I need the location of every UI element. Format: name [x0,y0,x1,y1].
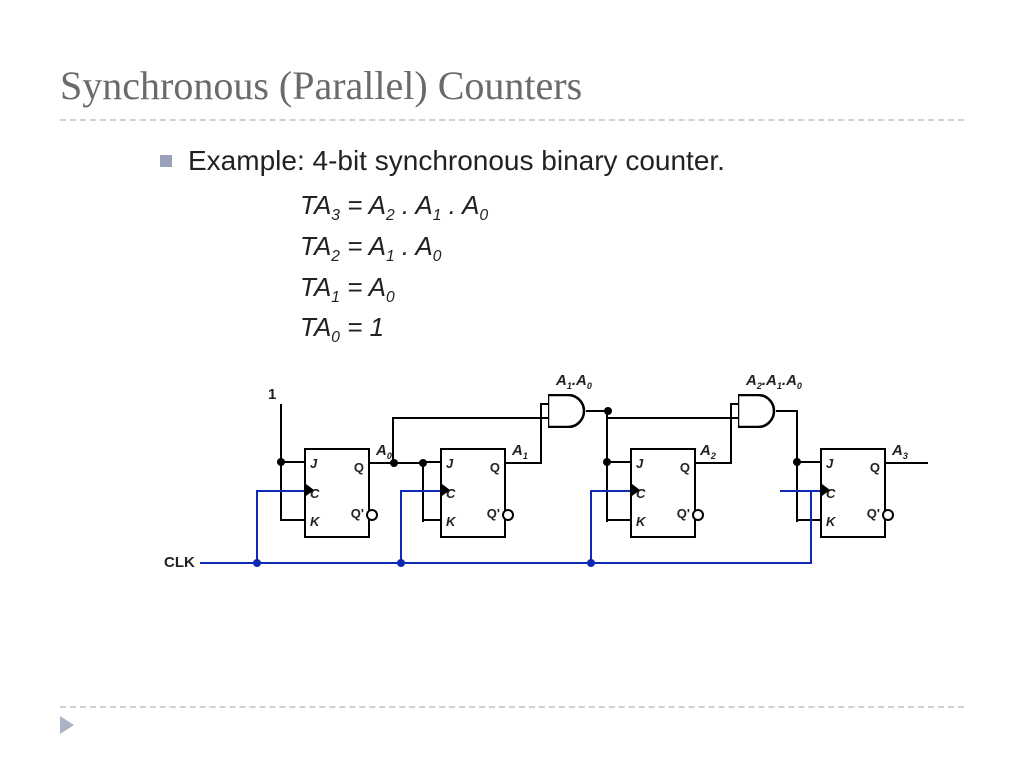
flipflop-2: J C K Q Q' [630,448,696,538]
and-gate-1 [548,394,588,428]
flipflop-1: J C K Q Q' [440,448,506,538]
eq-ta3: TA3 = A2 . A1 . A0 [300,187,964,228]
equations-block: TA3 = A2 . A1 . A0 TA2 = A1 . A0 TA1 = A… [300,187,964,350]
label-a0: A0 [376,442,392,461]
footer-triangle-icon [60,716,74,734]
flipflop-0: J C K Q Q' [304,448,370,538]
title-divider [60,119,964,121]
label-and1-out: A1.A0 [556,372,592,391]
counter-circuit: 1 J C K Q Q' A0 J C [160,390,940,590]
const-one-label: 1 [268,386,276,403]
eq-ta0: TA0 = 1 [300,309,964,350]
label-a1: A1 [512,442,528,461]
clk-label: CLK [164,554,195,571]
label-a3: A3 [892,442,908,461]
bullet-text: Example: 4-bit synchronous binary counte… [188,145,725,177]
label-a2: A2 [700,442,716,461]
bullet-row: Example: 4-bit synchronous binary counte… [160,145,964,177]
bullet-icon [160,155,172,167]
footer-divider [60,706,964,708]
and-gate-2 [738,394,778,428]
label-and2-out: A2.A1.A0 [746,372,802,391]
flipflop-3: J C K Q Q' [820,448,886,538]
eq-ta2: TA2 = A1 . A0 [300,228,964,269]
slide-title: Synchronous (Parallel) Counters [60,62,964,109]
eq-ta1: TA1 = A0 [300,269,964,310]
